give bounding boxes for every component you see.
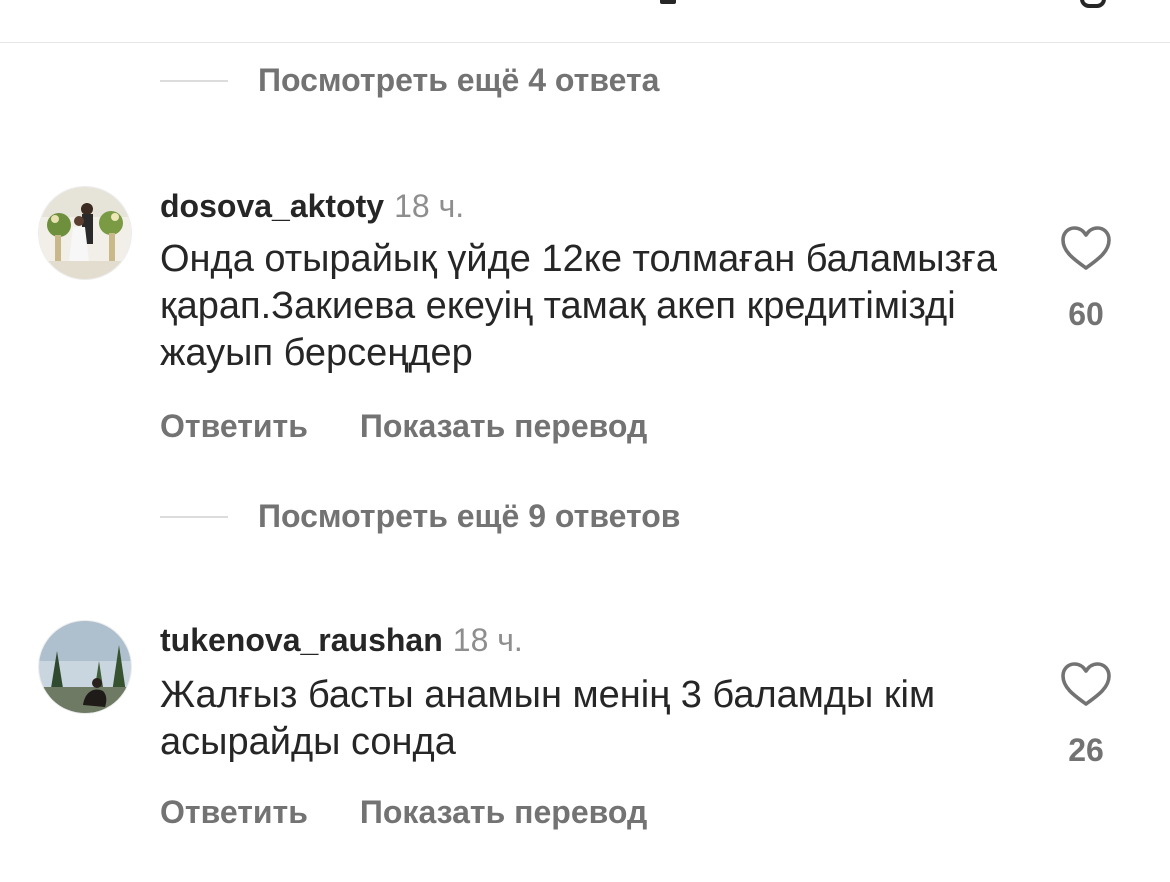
like-block: 60 [1058,224,1114,333]
like-block: 26 [1058,660,1114,769]
username-text[interactable]: tukenova_raushan [160,622,443,658]
comment-text: Онда отырайық үйде 12ке толмаған баламыз… [160,238,997,374]
replies-line [160,515,228,518]
like-count: 26 [1068,732,1104,768]
view-more-replies-label: Посмотреть ещё 9 ответов [258,498,681,534]
header-glyph-fragment [660,0,676,4]
heart-outline-icon[interactable] [1059,660,1113,708]
avatar[interactable] [38,620,132,714]
top-header-cut [0,0,1170,42]
comment-username[interactable]: dosova_aktoty 18 ч. [160,188,464,225]
reply-button[interactable]: Ответить [160,408,308,445]
comment-actions: Ответить Показать перевод [160,794,647,831]
header-glyph-fragment [1080,0,1106,8]
comment-time: 18 ч. [452,622,523,658]
reply-button[interactable]: Ответить [160,794,308,831]
avatar[interactable] [38,186,132,280]
view-more-replies-button[interactable]: Посмотреть ещё 9 ответов [160,498,680,535]
view-more-replies-button[interactable]: Посмотреть ещё 4 ответа [160,62,659,99]
heart-outline-icon[interactable] [1059,224,1113,272]
view-more-replies-label: Посмотреть ещё 4 ответа [258,62,660,98]
comment-actions: Ответить Показать перевод [160,408,647,445]
comment-username[interactable]: tukenova_raushan 18 ч. [160,622,523,659]
divider [0,42,1170,43]
like-count: 60 [1068,296,1104,332]
comment-text: Жалғыз басты анамын менің 3 баламды кім … [160,674,936,763]
comment-time: 18 ч. [394,188,465,224]
show-translation-button[interactable]: Показать перевод [360,408,647,445]
show-translation-button[interactable]: Показать перевод [360,794,647,831]
username-text[interactable]: dosova_aktoty [160,188,384,224]
replies-line [160,79,228,82]
